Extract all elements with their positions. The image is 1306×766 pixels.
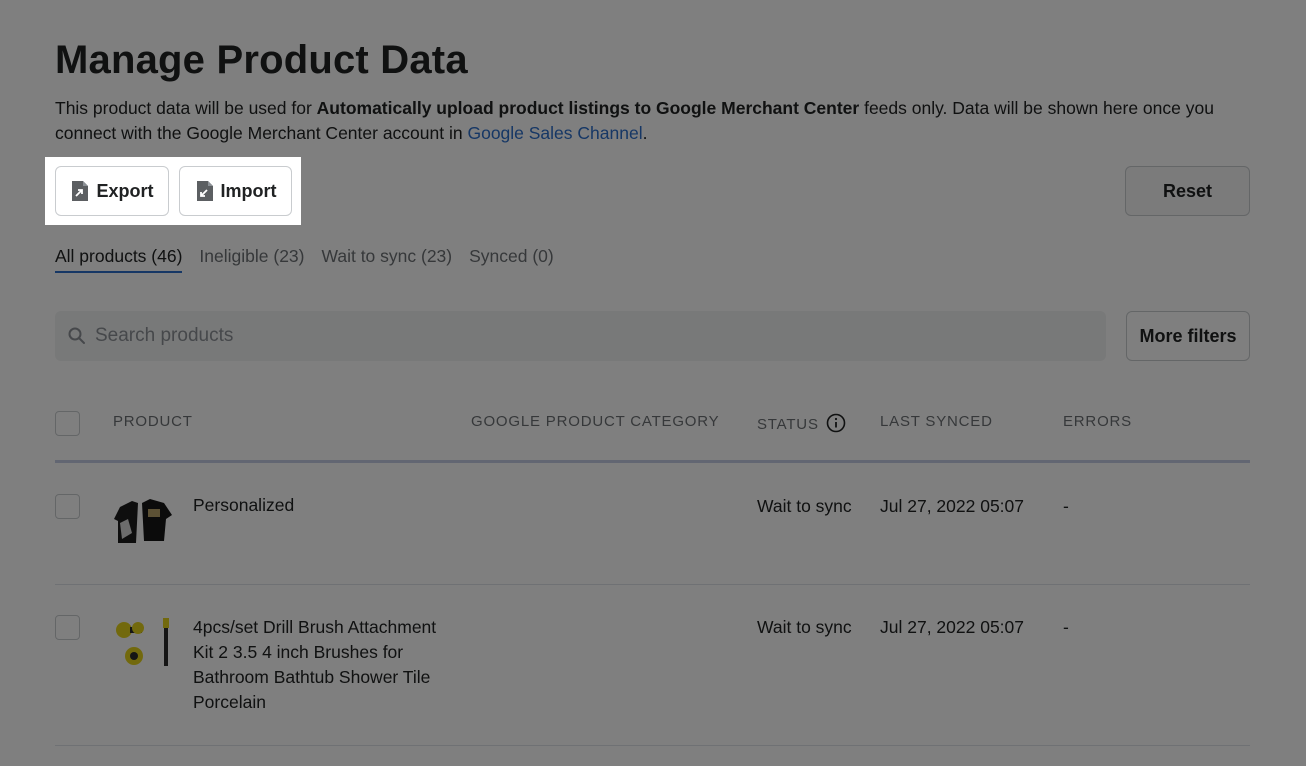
row-checkbox[interactable] bbox=[55, 494, 80, 519]
table-header-divider bbox=[55, 460, 1250, 463]
product-thumbnail[interactable] bbox=[112, 493, 172, 553]
column-header-category: GOOGLE PRODUCT CATEGORY bbox=[471, 413, 720, 430]
search-input[interactable] bbox=[95, 325, 1075, 347]
tab-ineligible[interactable]: Ineligible (23) bbox=[199, 246, 304, 273]
info-icon[interactable] bbox=[826, 413, 846, 433]
errors-text: - bbox=[1063, 496, 1069, 516]
row-divider bbox=[55, 584, 1250, 585]
more-filters-label: More filters bbox=[1139, 325, 1237, 346]
row-divider bbox=[55, 745, 1250, 746]
page-description: This product data will be used for Autom… bbox=[55, 96, 1245, 146]
export-label: Export bbox=[96, 180, 154, 201]
import-label: Import bbox=[220, 180, 277, 201]
status-text: Wait to sync bbox=[757, 496, 852, 516]
google-sales-channel-link[interactable]: Google Sales Channel bbox=[467, 123, 642, 143]
product-thumbnail[interactable] bbox=[112, 614, 172, 674]
status-text: Wait to sync bbox=[757, 617, 852, 637]
reset-button[interactable]: Reset bbox=[1125, 166, 1250, 216]
row-checkbox[interactable] bbox=[55, 615, 80, 640]
export-button[interactable]: Export bbox=[55, 166, 169, 216]
product-name[interactable]: 4pcs/set Drill Brush Attachment Kit 2 3.… bbox=[193, 615, 436, 715]
import-icon bbox=[196, 181, 213, 201]
page: Manage Product Data This product data wi… bbox=[0, 0, 1306, 766]
tab-all-products[interactable]: All products (46) bbox=[55, 246, 183, 273]
product-name-line: 4pcs/set Drill Brush Attachment bbox=[193, 617, 437, 637]
desc-text: This product data will be used for bbox=[55, 98, 317, 118]
column-header-errors: ERRORS bbox=[1063, 413, 1132, 430]
more-filters-button[interactable]: More filters bbox=[1126, 311, 1250, 361]
errors-text: - bbox=[1063, 617, 1069, 637]
product-name-line: Porcelain bbox=[193, 692, 266, 712]
column-header-product: PRODUCT bbox=[113, 413, 193, 430]
last-synced-text: Jul 27, 2022 05:07 bbox=[880, 496, 1025, 516]
last-synced-text: Jul 27, 2022 05:07 bbox=[880, 617, 1025, 637]
export-icon bbox=[72, 181, 89, 201]
tab-wait-to-sync[interactable]: Wait to sync (23) bbox=[321, 246, 452, 273]
page-title: Manage Product Data bbox=[55, 38, 468, 82]
import-button[interactable]: Import bbox=[179, 166, 292, 216]
product-name[interactable]: Personalized bbox=[193, 493, 294, 518]
select-all-checkbox[interactable] bbox=[55, 411, 80, 436]
search-icon bbox=[68, 327, 85, 344]
column-header-last-synced: LAST SYNCED bbox=[880, 413, 993, 430]
reset-label: Reset bbox=[1162, 180, 1213, 201]
desc-end: . bbox=[642, 123, 648, 143]
status-header-label: STATUS bbox=[757, 416, 819, 433]
desc-bold-text: Automatically upload product listings to… bbox=[316, 98, 860, 118]
tabs: All products (46) Ineligible (23) Wait t… bbox=[55, 246, 554, 273]
column-header-status: STATUS bbox=[757, 413, 846, 433]
tab-synced[interactable]: Synced (0) bbox=[469, 246, 554, 273]
search-bar bbox=[55, 311, 1106, 361]
product-name-line: Bathroom Bathtub Shower Tile bbox=[193, 667, 431, 687]
product-name-line: Kit 2 3.5 4 inch Brushes for bbox=[193, 642, 404, 662]
